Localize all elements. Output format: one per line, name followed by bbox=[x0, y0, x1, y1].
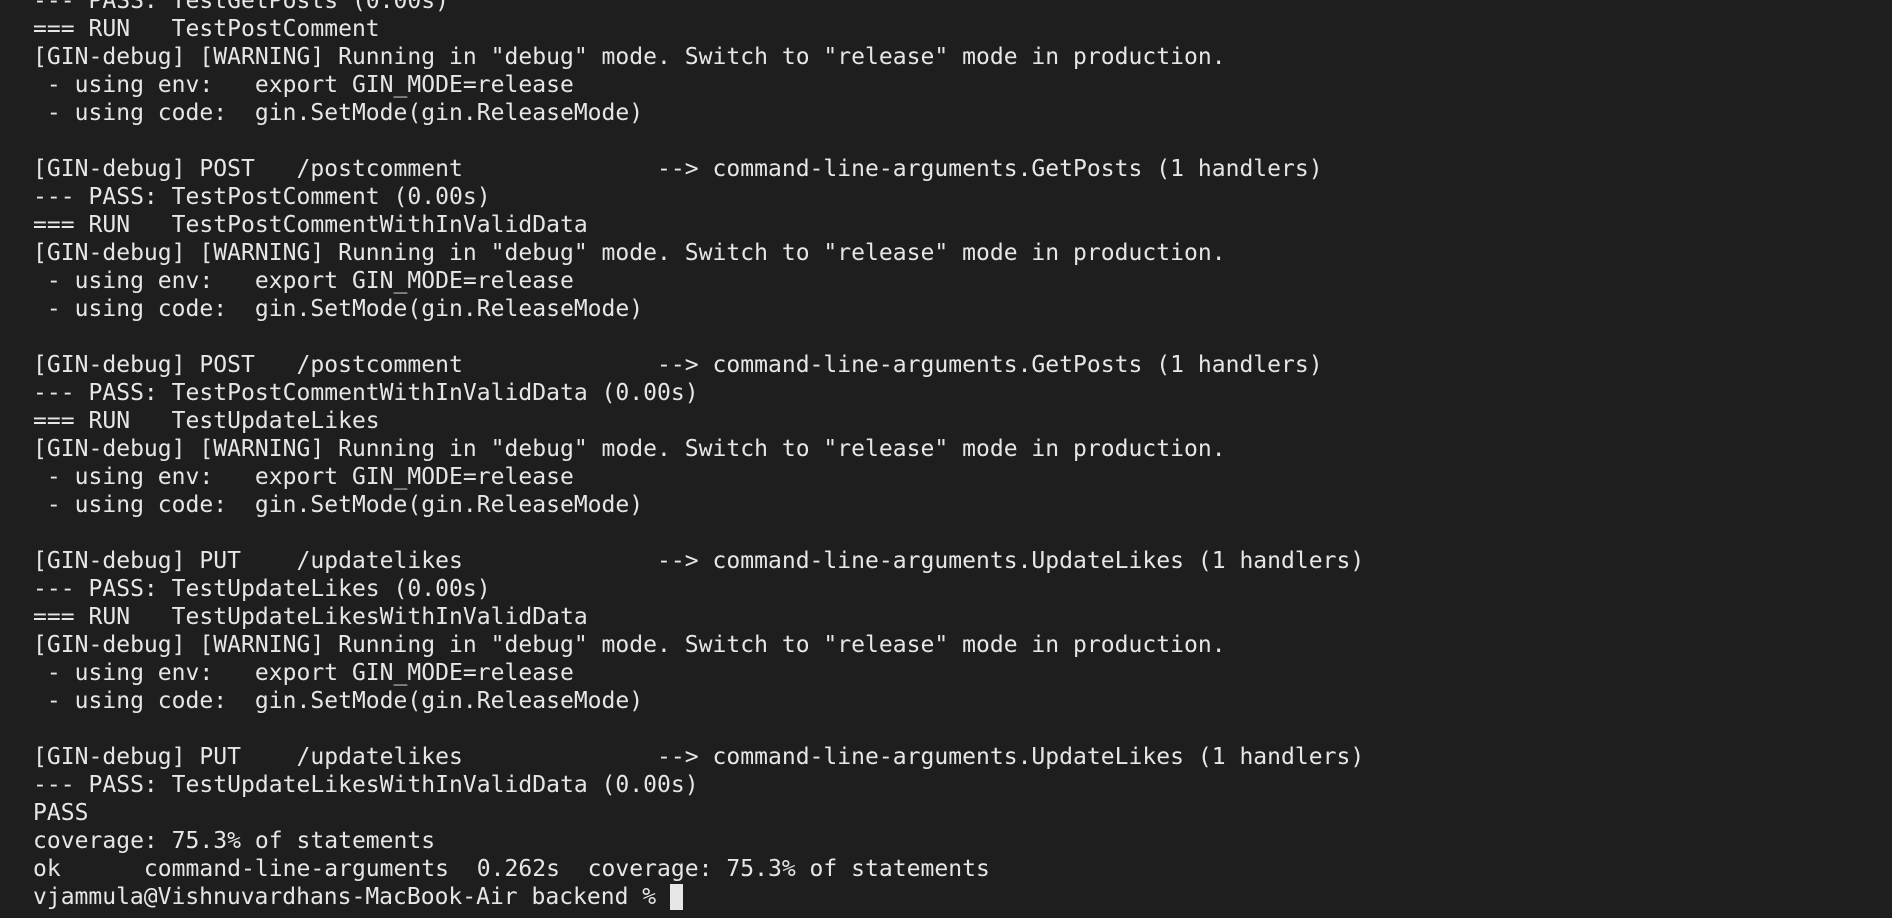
output-line: [GIN-debug] PUT /updatelikes --> command… bbox=[33, 548, 1365, 574]
output-line: [GIN-debug] [WARNING] Running in "debug"… bbox=[33, 44, 1226, 70]
output-line: - using code: gin.SetMode(gin.ReleaseMod… bbox=[33, 296, 644, 322]
output-line: --- PASS: TestUpdateLikes (0.00s) bbox=[33, 576, 491, 602]
output-line: - using env: export GIN_MODE=release bbox=[33, 660, 574, 686]
output-line: PASS bbox=[33, 800, 89, 826]
output-line: [GIN-debug] [WARNING] Running in "debug"… bbox=[33, 240, 1226, 266]
output-line: coverage: 75.3% of statements bbox=[33, 828, 436, 854]
output-line: [GIN-debug] POST /postcomment --> comman… bbox=[33, 156, 1323, 182]
output-line: === RUN TestPostCommentWithInValidData bbox=[33, 212, 588, 238]
text-cursor bbox=[669, 884, 683, 910]
output-line: --- PASS: TestPostCommentWithInValidData… bbox=[33, 380, 699, 406]
shell-prompt-line[interactable]: vjammula@Vishnuvardhans-MacBook-Air back… bbox=[33, 883, 1883, 911]
output-line: - using code: gin.SetMode(gin.ReleaseMod… bbox=[33, 100, 644, 126]
output-line: [GIN-debug] [WARNING] Running in "debug"… bbox=[33, 436, 1226, 462]
output-line: ok command-line-arguments 0.262s coverag… bbox=[33, 856, 990, 882]
shell-prompt: vjammula@Vishnuvardhans-MacBook-Air back… bbox=[33, 884, 670, 910]
terminal-window[interactable]: --- PASS: TestGetPosts (0.00s) === RUN T… bbox=[0, 0, 1892, 918]
output-line: - using env: export GIN_MODE=release bbox=[33, 72, 574, 98]
output-line: === RUN TestUpdateLikesWithInValidData bbox=[33, 604, 588, 630]
output-line: === RUN TestPostComment bbox=[33, 16, 380, 42]
output-line: --- PASS: TestPostComment (0.00s) bbox=[33, 184, 491, 210]
output-line: [GIN-debug] PUT /updatelikes --> command… bbox=[33, 744, 1365, 770]
output-line: --- PASS: TestGetPosts (0.00s) bbox=[33, 0, 450, 14]
output-line: === RUN TestUpdateLikes bbox=[33, 408, 380, 434]
output-line: [GIN-debug] POST /postcomment --> comman… bbox=[33, 352, 1323, 378]
output-line: - using code: gin.SetMode(gin.ReleaseMod… bbox=[33, 492, 644, 518]
output-line: - using env: export GIN_MODE=release bbox=[33, 464, 574, 490]
output-line: [GIN-debug] [WARNING] Running in "debug"… bbox=[33, 632, 1226, 658]
output-line: --- PASS: TestUpdateLikesWithInValidData… bbox=[33, 772, 699, 798]
terminal-output: --- PASS: TestGetPosts (0.00s) === RUN T… bbox=[33, 0, 1883, 911]
output-line: - using env: export GIN_MODE=release bbox=[33, 268, 574, 294]
output-line: - using code: gin.SetMode(gin.ReleaseMod… bbox=[33, 688, 644, 714]
